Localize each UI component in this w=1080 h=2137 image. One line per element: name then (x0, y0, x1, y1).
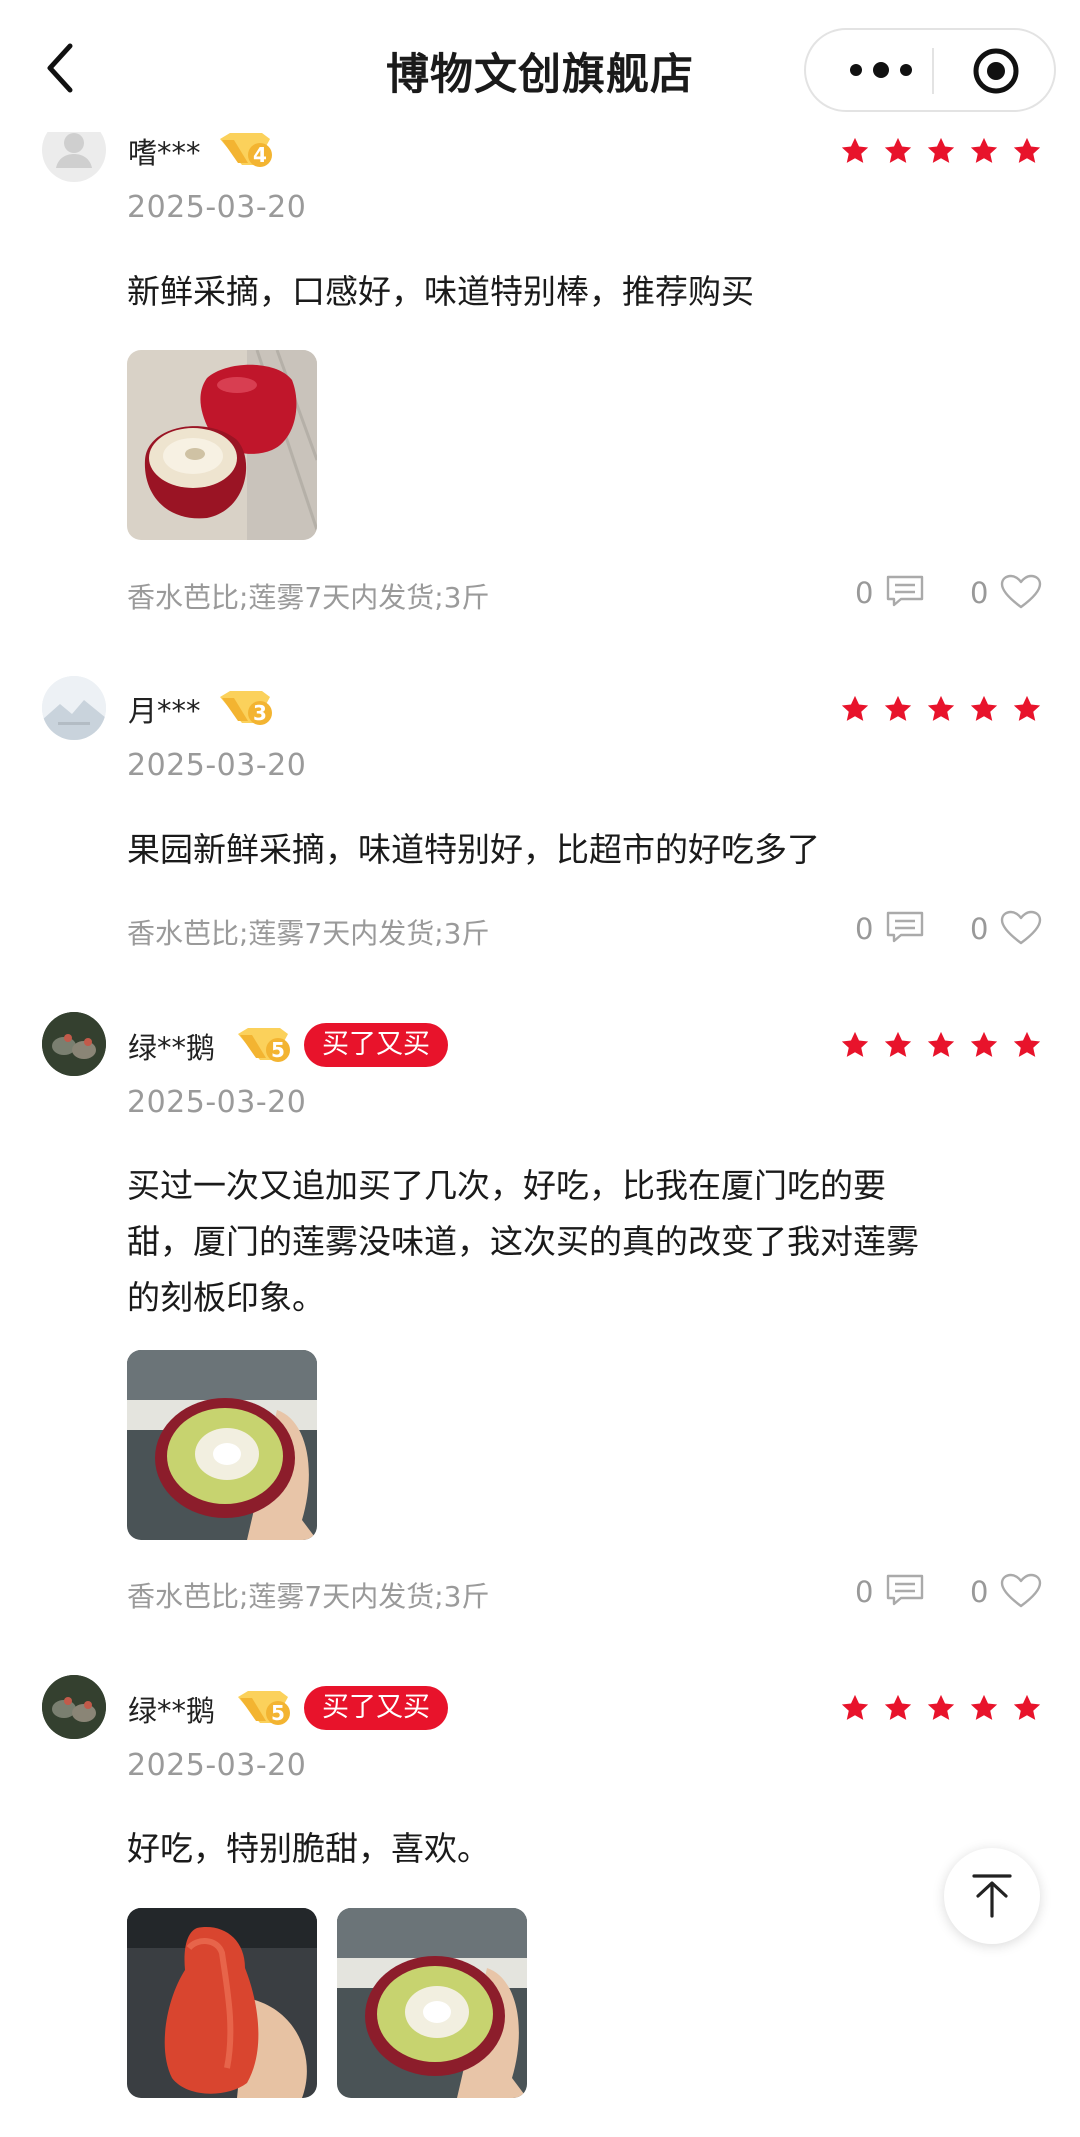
review-date: 2025-03-20 (127, 1085, 307, 1120)
top-navigation-bar: 博物文创旗舰店 (0, 0, 1080, 132)
back-to-top-button[interactable] (944, 1848, 1040, 1944)
buy-again-badge: 买了又买 (304, 1023, 448, 1067)
vip-level-badge-icon: 3 (216, 689, 274, 725)
goose-avatar-image (42, 1012, 106, 1076)
like-heart-icon[interactable] (1000, 910, 1042, 946)
svg-text:3: 3 (253, 701, 267, 725)
product-spec: 香水芭比;莲雾7天内发货;3斤 (127, 917, 490, 950)
svg-text:5: 5 (271, 1701, 285, 1725)
review-photo[interactable] (127, 1350, 317, 1540)
comment-count: 0 (855, 576, 874, 610)
username: 嗜*** (128, 136, 201, 170)
like-heart-icon[interactable] (1000, 1573, 1042, 1609)
rating-stars (840, 1028, 1042, 1062)
review-text-line: 甜，厦门的莲雾没味道，这次买的真的改变了我对莲雾 (127, 1222, 919, 1261)
review-text-line: 的刻板印象。 (127, 1278, 325, 1317)
comment-count: 0 (855, 912, 874, 946)
username: 绿**鹅 (128, 1031, 216, 1065)
comment-icon[interactable] (885, 574, 925, 608)
rating-stars (840, 1691, 1042, 1725)
miniapp-capsule (804, 28, 1056, 112)
arrow-up-icon (972, 1874, 1012, 1918)
like-count: 0 (970, 576, 989, 610)
review-text: 新鲜采摘，口感好，味道特别棒，推荐购买 (127, 272, 754, 311)
review-photo[interactable] (127, 1908, 317, 2098)
review-text: 果园新鲜采摘，味道特别好，比超市的好吃多了 (127, 830, 820, 869)
avatar[interactable] (42, 676, 106, 740)
review-date: 2025-03-20 (127, 1748, 307, 1783)
review-date: 2025-03-20 (127, 748, 307, 783)
product-spec: 香水芭比;莲雾7天内发货;3斤 (127, 581, 490, 614)
vip-level-badge-icon: 5 (234, 1689, 292, 1725)
avatar[interactable] (42, 1012, 106, 1076)
vip-level-badge-icon: 5 (234, 1026, 292, 1062)
like-heart-icon[interactable] (1000, 574, 1042, 610)
close-miniapp-icon[interactable] (972, 47, 1020, 95)
review-text: 买过一次又追加买了几次，好吃，比我在厦门吃的要 甜，厦门的莲雾没味道，这次买的真… (127, 1158, 1007, 1326)
review-photo[interactable] (127, 350, 317, 540)
comment-icon[interactable] (885, 1573, 925, 1607)
capsule-divider (932, 48, 934, 94)
comment-icon[interactable] (885, 910, 925, 944)
rating-stars (840, 134, 1042, 168)
avatar[interactable] (42, 1675, 106, 1739)
more-icon[interactable] (846, 58, 916, 82)
goose-avatar-image (42, 1675, 106, 1739)
svg-text:5: 5 (271, 1038, 285, 1062)
review-photo[interactable] (337, 1908, 527, 2098)
landscape-avatar-image (42, 676, 106, 740)
like-count: 0 (970, 912, 989, 946)
like-count: 0 (970, 1575, 989, 1609)
review-text-line: 买过一次又追加买了几次，好吃，比我在厦门吃的要 (127, 1166, 886, 1205)
vip-level-badge-icon: 4 (216, 131, 274, 167)
buy-again-badge: 买了又买 (304, 1686, 448, 1730)
comment-count: 0 (855, 1575, 874, 1609)
rating-stars (840, 692, 1042, 726)
product-spec: 香水芭比;莲雾7天内发货;3斤 (127, 1580, 490, 1613)
username: 绿**鹅 (128, 1694, 216, 1728)
svg-text:4: 4 (253, 143, 267, 167)
username: 月*** (128, 694, 201, 728)
review-date: 2025-03-20 (127, 190, 307, 225)
review-text: 好吃，特别脆甜，喜欢。 (127, 1829, 490, 1868)
